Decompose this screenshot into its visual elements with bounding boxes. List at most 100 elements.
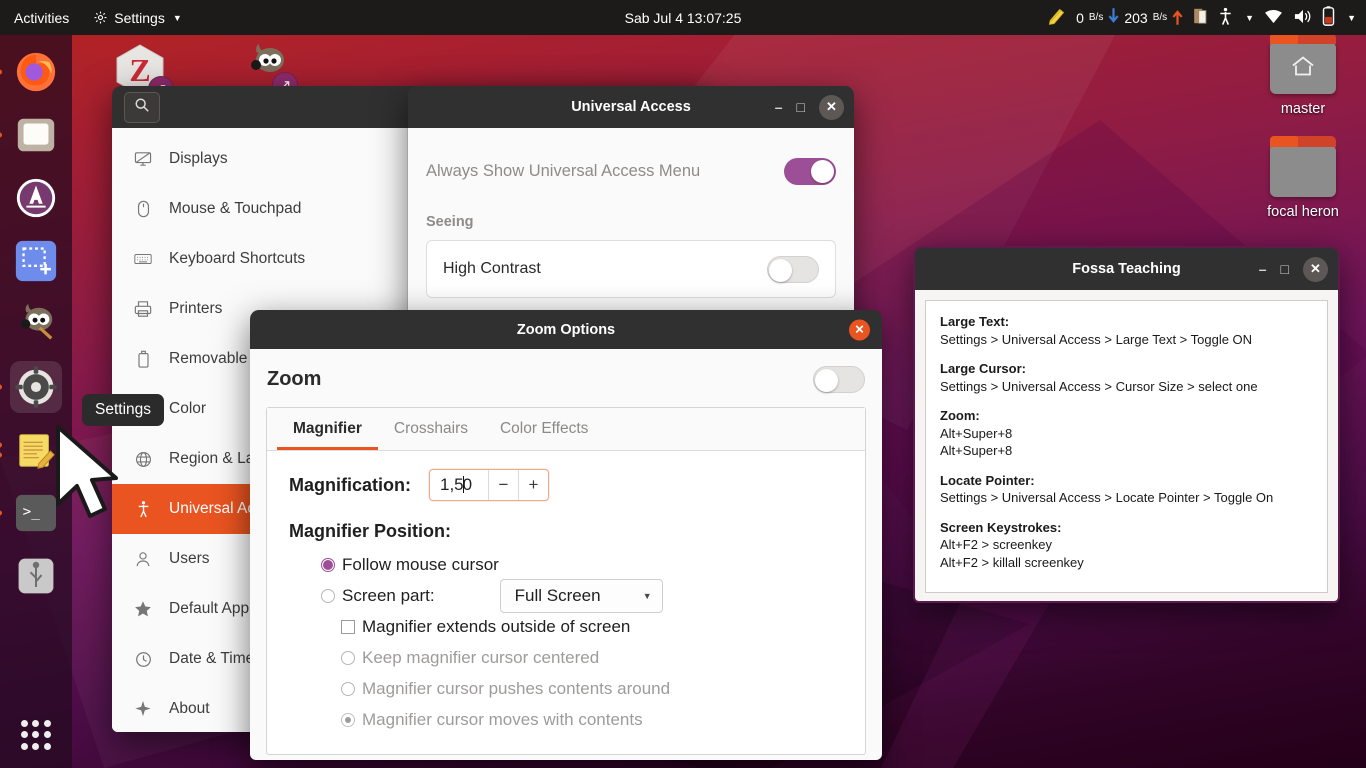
show-applications-button[interactable] [21, 720, 51, 750]
dock-item-screenshot[interactable] [10, 235, 62, 287]
clock-icon [134, 651, 152, 668]
universal-access-titlebar[interactable]: Universal Access – □ ✕ [408, 86, 854, 128]
close-button[interactable]: ✕ [849, 319, 870, 340]
note-heading: Locate Pointer: [940, 472, 1035, 488]
always-show-menu-toggle[interactable] [784, 157, 836, 185]
sidebar-item-displays[interactable]: Displays [112, 134, 407, 184]
search-icon [134, 97, 150, 118]
zoom-options-frame: Magnifier Crosshairs Color Effects Magni… [266, 407, 866, 755]
option-label: Keep magnifier cursor centered [362, 647, 600, 667]
removable-media-icon [134, 350, 152, 368]
folder-label: focal heron [1267, 204, 1339, 220]
screen-part-select-value: Full Screen [514, 585, 601, 605]
magnifier-tab-panel: Magnification: 1,50 − + Magnifier Positi… [267, 451, 865, 735]
chevron-down-icon[interactable]: ▼ [1245, 13, 1254, 23]
zoom-enable-toggle[interactable] [813, 366, 865, 393]
checkbox-icon[interactable] [341, 619, 355, 634]
dock-item-gimp[interactable] [10, 298, 62, 350]
radio-icon [341, 681, 355, 696]
sidebar-item-keyboard-shortcuts[interactable]: Keyboard Shortcuts [112, 234, 407, 284]
gimp-icon [20, 303, 53, 340]
download-speed-value: 0 [1076, 9, 1084, 26]
display-icon [134, 151, 152, 167]
note-line: Alt+Super+8 [940, 425, 1013, 441]
always-show-menu-row: Always Show Universal Access Menu [426, 128, 836, 214]
star-icon [134, 600, 152, 618]
high-contrast-toggle[interactable] [767, 255, 819, 283]
search-button[interactable] [124, 91, 160, 123]
dock-item-files[interactable] [0, 109, 62, 161]
clipboard-icon[interactable] [1193, 7, 1208, 28]
radio-icon [341, 650, 355, 665]
close-button[interactable]: ✕ [1303, 256, 1328, 282]
accessibility-icon [134, 500, 152, 518]
minimize-button[interactable]: – [1259, 261, 1267, 277]
option-magnifier-extends-outside[interactable]: Magnifier extends outside of screen [289, 611, 843, 642]
dock-item-settings[interactable] [0, 361, 62, 413]
note-heading: Large Cursor: [940, 361, 1026, 376]
dock-item-software[interactable] [10, 172, 62, 224]
upload-speed-value: 203 [1124, 9, 1148, 26]
universal-access-icon[interactable] [1218, 7, 1233, 29]
magnification-label: Magnification: [289, 474, 411, 495]
notes-icon[interactable] [1047, 7, 1066, 29]
high-contrast-row: High Contrast [427, 241, 835, 297]
note-line: Settings > Universal Access > Cursor Siz… [940, 378, 1258, 394]
firefox-icon [16, 52, 56, 92]
sidebar-item-mouse-touchpad[interactable]: Mouse & Touchpad [112, 184, 407, 234]
wifi-icon[interactable] [1264, 9, 1283, 27]
maximize-button[interactable]: □ [1281, 261, 1289, 277]
sidebar-item-label: About [169, 700, 210, 717]
always-show-menu-label: Always Show Universal Access Menu [426, 161, 701, 180]
magnification-decrease-button[interactable]: − [488, 470, 518, 500]
seeing-card: High Contrast [426, 240, 836, 298]
network-speed-indicator[interactable]: 0 B/s 203 B/s [1076, 7, 1183, 28]
chevron-down-icon[interactable]: ▼ [1347, 13, 1356, 23]
magnification-value-before-caret: 1,5 [440, 475, 464, 494]
ubuntu-software-icon [16, 178, 56, 218]
magnification-stepper[interactable]: 1,50 − + [429, 469, 549, 501]
option-screen-part[interactable]: Screen part: Full Screen ▼ [289, 578, 843, 613]
universal-access-body: Always Show Universal Access Menu Seeing… [408, 128, 854, 330]
user-icon [134, 551, 152, 568]
battery-icon[interactable] [1322, 6, 1335, 29]
close-button[interactable]: ✕ [819, 94, 844, 120]
minimize-button[interactable]: – [775, 99, 783, 115]
radio-icon[interactable] [321, 557, 335, 572]
sidebar-item-label: Color [169, 400, 207, 417]
note-line: Alt+Super+8 [940, 443, 1013, 458]
fossa-body: Large Text: Settings > Universal Access … [915, 290, 1338, 601]
screenshot-icon [15, 240, 57, 282]
magnification-increase-button[interactable]: + [518, 470, 548, 500]
option-follow-mouse-cursor[interactable]: Follow mouse cursor [289, 549, 843, 580]
magnifier-position-heading: Magnifier Position: [289, 521, 451, 541]
tab-magnifier[interactable]: Magnifier [277, 408, 378, 450]
upload-speed-unit: B/s [1152, 12, 1168, 23]
tab-crosshairs[interactable]: Crosshairs [378, 408, 484, 450]
fossa-titlebar[interactable]: Fossa Teaching – □ ✕ [915, 248, 1338, 290]
focal-heron-folder[interactable]: focal heron [1248, 136, 1358, 220]
zoom-dialog-title: Zoom Options [516, 321, 616, 338]
radio-icon [341, 712, 355, 727]
magnification-input[interactable]: 1,50 [430, 470, 488, 500]
zoom-dialog-titlebar[interactable]: Zoom Options ✕ [250, 310, 882, 349]
volume-icon[interactable] [1293, 8, 1312, 28]
svg-text:>_: >_ [23, 504, 41, 520]
dock-item-firefox[interactable] [0, 46, 62, 98]
dock-item-usb-drive[interactable] [10, 550, 62, 602]
maximize-button[interactable]: □ [797, 99, 805, 115]
mouse-icon [134, 200, 152, 218]
sidebar-item-label: Users [169, 550, 210, 567]
note-line: Alt+F2 > killall screenkey [940, 554, 1084, 570]
svg-text:Z: Z [129, 52, 150, 88]
top-panel: Activities Settings ▼ Sab Jul 4 13:07:25… [0, 0, 1366, 35]
option-label: Screen part: [342, 585, 435, 605]
mouse-cursor [52, 424, 124, 527]
desktop-screen: Activities Settings ▼ Sab Jul 4 13:07:25… [0, 0, 1366, 768]
tab-color-effects[interactable]: Color Effects [484, 408, 604, 450]
master-folder[interactable]: master [1248, 33, 1358, 117]
screen-part-select[interactable]: Full Screen ▼ [499, 578, 663, 613]
sidebar-item-label: Displays [169, 150, 228, 167]
zoom-section-label: Zoom [267, 368, 322, 390]
radio-icon[interactable] [321, 588, 335, 603]
